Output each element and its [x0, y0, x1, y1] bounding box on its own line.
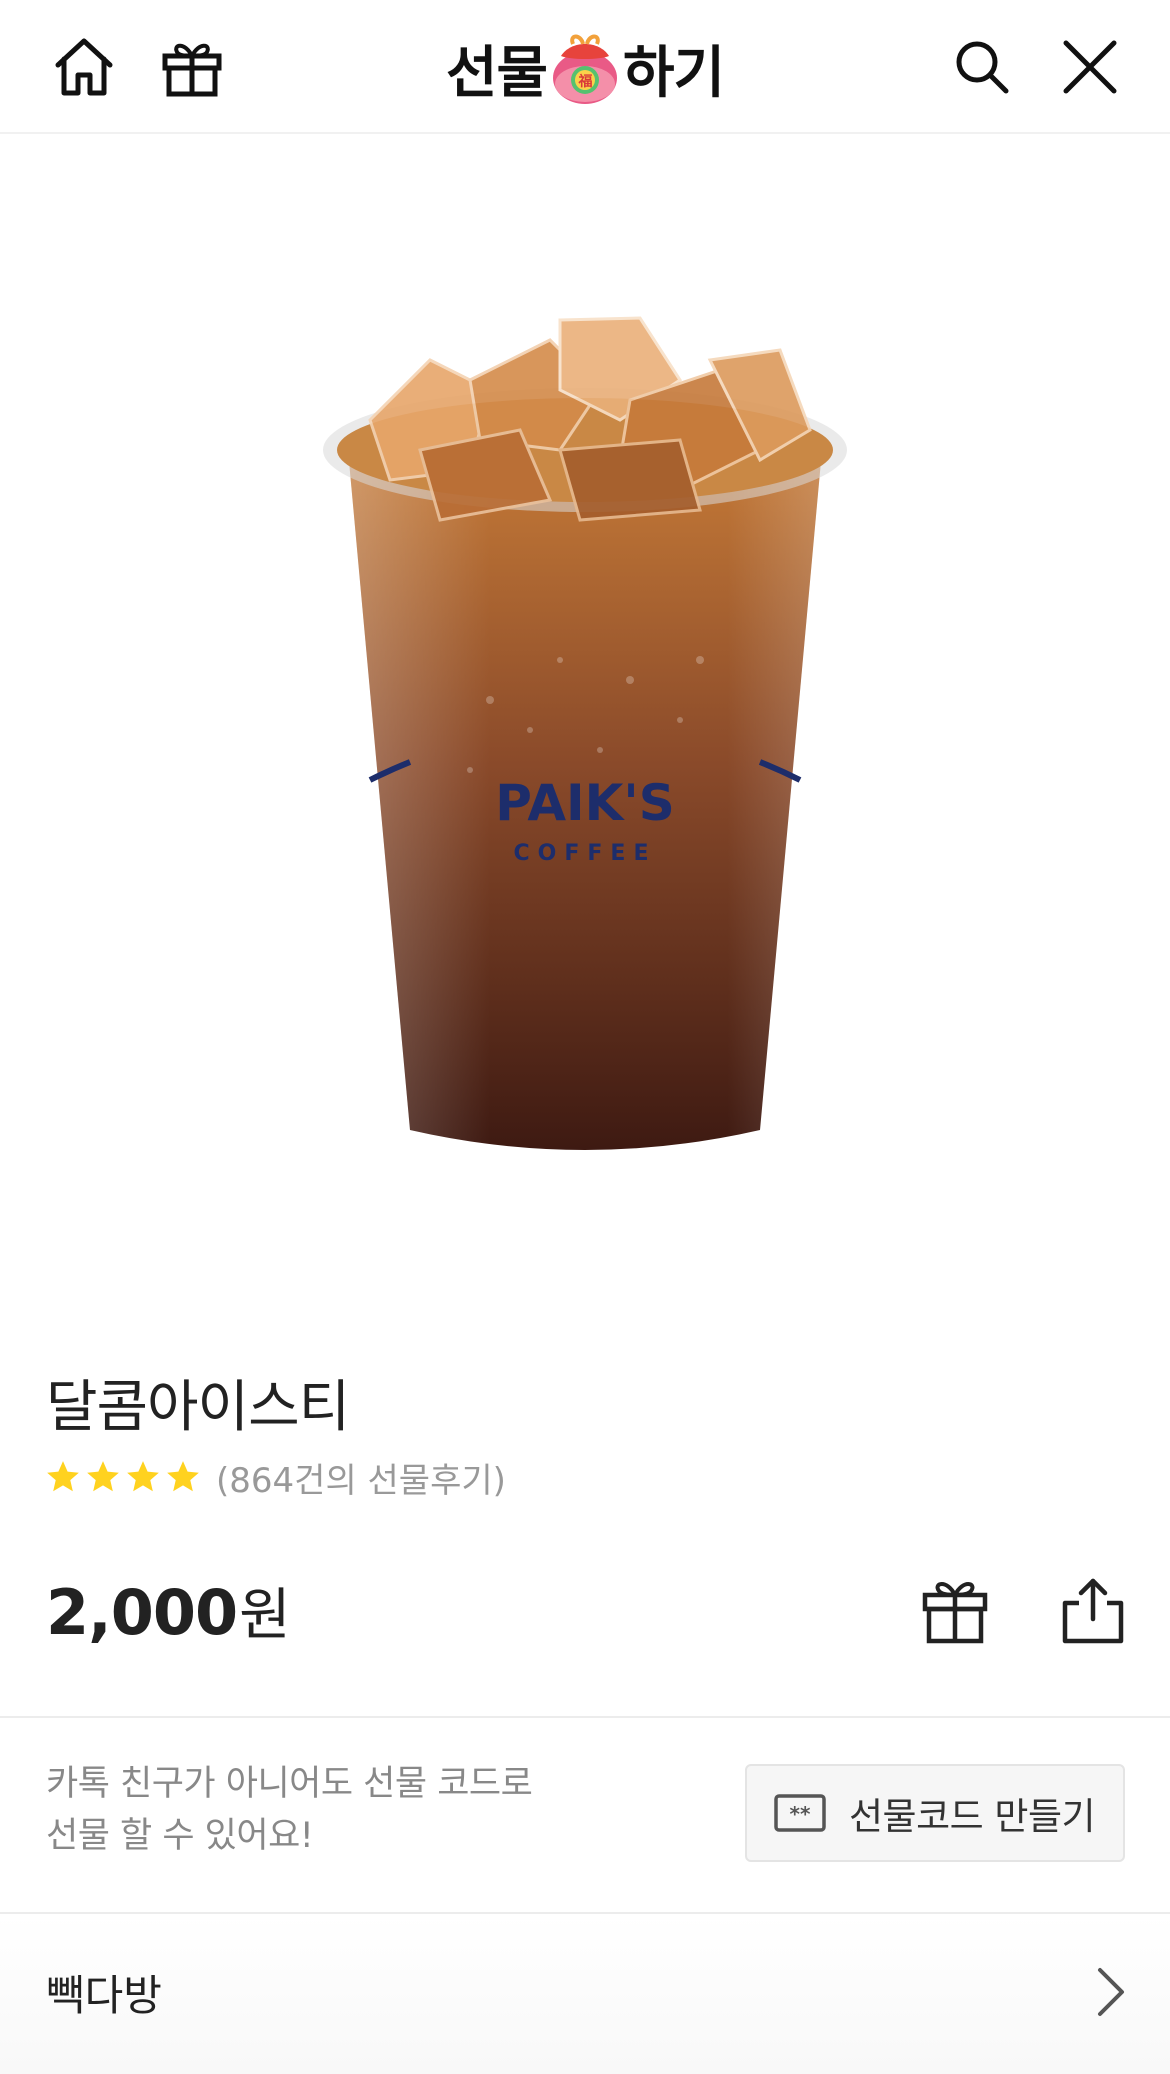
rating-stars	[44, 1458, 202, 1496]
close-icon	[1063, 40, 1117, 94]
brand-name: 빽다방	[46, 1971, 162, 2020]
send-gift-button[interactable]	[910, 1566, 1000, 1656]
svg-text:**: **	[790, 1802, 811, 1826]
gift-icon	[922, 1582, 988, 1644]
search-button[interactable]	[942, 27, 1022, 107]
star-icon	[167, 1461, 199, 1492]
cup-logo-subtext: COFFEE	[514, 841, 657, 866]
share-button[interactable]	[1048, 1566, 1138, 1656]
section-divider	[0, 1716, 1170, 1718]
chevron-right-icon	[1098, 1968, 1124, 2016]
star-icon	[127, 1461, 159, 1492]
close-button[interactable]	[1050, 27, 1130, 107]
gift-code-icon: **	[774, 1794, 826, 1832]
price-unit: 원	[239, 1583, 291, 1648]
promo-line-2: 선물 할 수 있어요!	[46, 1816, 314, 1856]
create-gift-code-button[interactable]: ** 선물코드 만들기	[745, 1764, 1125, 1862]
review-count[interactable]: (864건의 선물후기)	[216, 1453, 506, 1502]
product-image: PAIK'S COFFEE	[300, 300, 870, 1160]
app-header: 선물 福 하기	[0, 0, 1170, 134]
search-icon	[956, 41, 1009, 94]
brand-link-row[interactable]: 빽다방	[0, 1914, 1170, 2074]
title-text-left: 선물	[445, 40, 548, 106]
cup-logo-text: PAIK'S	[495, 774, 674, 832]
promo-line-1: 카톡 친구가 아니어도 선물 코드로	[46, 1764, 533, 1804]
price-number: 2,000	[46, 1576, 238, 1649]
title-text-right: 하기	[623, 40, 725, 106]
lucky-pouch-logo: 福	[543, 30, 627, 106]
star-icon	[87, 1461, 119, 1492]
gift-code-promo: 카톡 친구가 아니어도 선물 코드로 선물 할 수 있어요!	[46, 1758, 533, 1862]
rating-row[interactable]: (864건의 선물후기)	[44, 1452, 506, 1502]
product-name: 달콤아이스티	[46, 1375, 350, 1440]
star-icon	[47, 1461, 79, 1492]
share-icon	[1062, 1578, 1124, 1644]
product-price: 2,000원	[46, 1570, 291, 1651]
create-gift-code-label: 선물코드 만들기	[849, 1795, 1096, 1838]
svg-text:福: 福	[578, 73, 593, 90]
